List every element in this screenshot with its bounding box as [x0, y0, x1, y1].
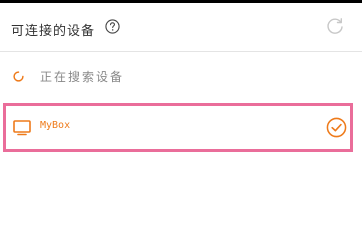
searching-status-text: 正在搜索设备	[40, 70, 125, 84]
device-name: MyBox	[40, 120, 71, 131]
spinner-icon	[13, 71, 24, 82]
question-circle-icon[interactable]	[105, 19, 120, 34]
searching-status-row: 正在搜索设备	[0, 52, 362, 102]
refresh-icon[interactable]	[325, 17, 345, 37]
device-item-mybox[interactable]: MyBox	[3, 103, 353, 152]
devices-header: 可连接的设备	[0, 3, 362, 51]
check-circle-icon	[326, 117, 347, 138]
header-title: 可连接的设备	[11, 24, 96, 39]
tv-icon	[13, 120, 31, 136]
